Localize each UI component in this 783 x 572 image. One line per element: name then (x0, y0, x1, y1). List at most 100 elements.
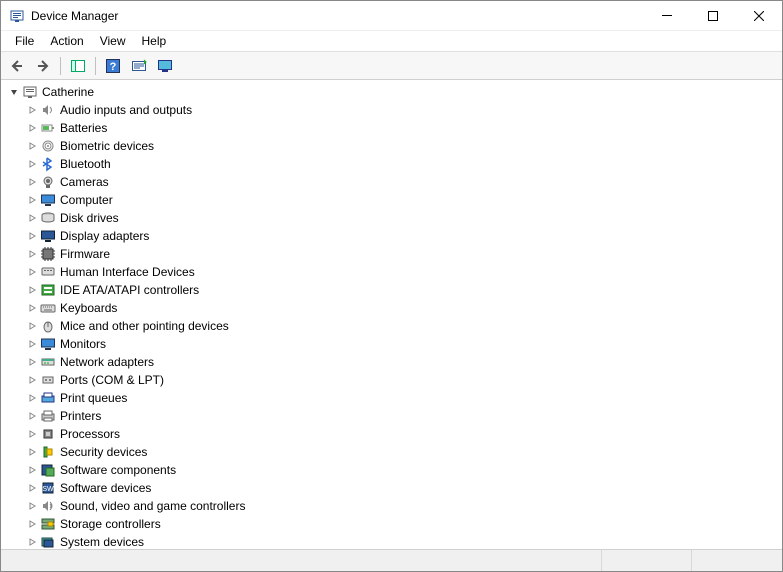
expand-toggle-icon[interactable] (25, 339, 39, 349)
tree-node[interactable]: Human Interface Devices (3, 263, 782, 281)
tree-node-label: Security devices (60, 443, 147, 461)
tree-node[interactable]: Sound, video and game controllers (3, 497, 782, 515)
system-icon (40, 534, 56, 549)
tree-node-label: Display adapters (60, 227, 149, 245)
tree-node[interactable]: Monitors (3, 335, 782, 353)
tree-node[interactable]: Cameras (3, 173, 782, 191)
tree-node[interactable]: Storage controllers (3, 515, 782, 533)
forward-button[interactable] (31, 55, 55, 77)
expand-toggle-icon[interactable] (25, 321, 39, 331)
back-arrow-icon (9, 58, 25, 74)
tree-node-label: Print queues (60, 389, 127, 407)
expand-toggle-icon[interactable] (25, 231, 39, 241)
expand-toggle-icon[interactable] (25, 501, 39, 511)
monitor-icon (40, 192, 56, 208)
expand-toggle-icon[interactable] (25, 357, 39, 367)
tree-node-label: IDE ATA/ATAPI controllers (60, 281, 199, 299)
tree-node[interactable]: Disk drives (3, 209, 782, 227)
tree-node[interactable]: Display adapters (3, 227, 782, 245)
tree-node[interactable]: Software components (3, 461, 782, 479)
expand-toggle-icon[interactable] (25, 213, 39, 223)
tree-node[interactable]: Printers (3, 407, 782, 425)
expand-toggle-icon[interactable] (25, 303, 39, 313)
close-button[interactable] (736, 1, 782, 31)
device-tree[interactable]: CatherineAudio inputs and outputsBatteri… (1, 81, 782, 549)
tree-node[interactable]: Network adapters (3, 353, 782, 371)
menu-file[interactable]: File (7, 32, 42, 50)
tree-node-label: Disk drives (60, 209, 119, 227)
expand-toggle-icon[interactable] (25, 249, 39, 259)
show-hide-tree-button[interactable] (66, 55, 90, 77)
expand-toggle-icon[interactable] (25, 177, 39, 187)
tree-node[interactable]: Print queues (3, 389, 782, 407)
tree-root-node[interactable]: Catherine (3, 83, 782, 101)
expand-toggle-icon[interactable] (25, 195, 39, 205)
expand-toggle-icon[interactable] (25, 411, 39, 421)
expand-toggle-icon[interactable] (25, 519, 39, 529)
tree-node[interactable]: Ports (COM & LPT) (3, 371, 782, 389)
expand-toggle-icon[interactable] (25, 393, 39, 403)
tree-node-label: Sound, video and game controllers (60, 497, 245, 515)
app-icon (9, 8, 25, 24)
expand-toggle-icon[interactable] (25, 483, 39, 493)
svg-text:SW: SW (42, 486, 54, 493)
expand-toggle-icon[interactable] (25, 159, 39, 169)
tree-root-label: Catherine (42, 83, 94, 101)
tree-node-label: Network adapters (60, 353, 154, 371)
tree-node-label: Batteries (60, 119, 107, 137)
menu-help[interactable]: Help (134, 32, 175, 50)
menu-view[interactable]: View (92, 32, 134, 50)
devices-view-button[interactable] (153, 55, 177, 77)
camera-icon (40, 174, 56, 190)
expand-toggle-icon[interactable] (25, 429, 39, 439)
tree-node[interactable]: Firmware (3, 245, 782, 263)
tree-node-label: Cameras (60, 173, 109, 191)
toolbar: ? (1, 52, 782, 80)
tree-node-label: Storage controllers (60, 515, 161, 533)
speaker-icon (40, 102, 56, 118)
expand-toggle-icon[interactable] (25, 105, 39, 115)
svg-text:?: ? (110, 61, 117, 73)
chip-icon (40, 246, 56, 262)
tree-node[interactable]: Computer (3, 191, 782, 209)
tree-node-label: Firmware (60, 245, 110, 263)
tree-node[interactable]: Audio inputs and outputs (3, 101, 782, 119)
expand-toggle-icon[interactable] (25, 447, 39, 457)
monitor-icon (157, 58, 173, 74)
tree-node[interactable]: Bluetooth (3, 155, 782, 173)
scan-hardware-button[interactable] (127, 55, 151, 77)
help-button[interactable]: ? (101, 55, 125, 77)
tree-node[interactable]: Batteries (3, 119, 782, 137)
tree-node[interactable]: IDE ATA/ATAPI controllers (3, 281, 782, 299)
help-icon: ? (105, 58, 121, 74)
tree-node[interactable]: Mice and other pointing devices (3, 317, 782, 335)
expand-toggle-icon[interactable] (25, 375, 39, 385)
security-icon (40, 444, 56, 460)
tree-node[interactable]: SW Software devices (3, 479, 782, 497)
tree-node[interactable]: Processors (3, 425, 782, 443)
expand-toggle-icon[interactable] (7, 87, 21, 97)
status-bar (1, 549, 782, 571)
expand-toggle-icon[interactable] (25, 267, 39, 277)
tree-node[interactable]: Security devices (3, 443, 782, 461)
tree-node-label: Software devices (60, 479, 151, 497)
tree-node-label: Ports (COM & LPT) (60, 371, 164, 389)
ide-icon (40, 282, 56, 298)
tree-node[interactable]: System devices (3, 533, 782, 549)
tree-node-label: Bluetooth (60, 155, 111, 173)
expand-toggle-icon[interactable] (25, 141, 39, 151)
back-button[interactable] (5, 55, 29, 77)
expand-toggle-icon[interactable] (25, 537, 39, 547)
tree-node[interactable]: Keyboards (3, 299, 782, 317)
minimize-button[interactable] (644, 1, 690, 31)
network-icon (40, 354, 56, 370)
menu-action[interactable]: Action (42, 32, 91, 50)
tree-node[interactable]: Biometric devices (3, 137, 782, 155)
expand-toggle-icon[interactable] (25, 465, 39, 475)
disk-icon (40, 210, 56, 226)
tree-node-label: Audio inputs and outputs (60, 101, 192, 119)
expand-toggle-icon[interactable] (25, 285, 39, 295)
expand-toggle-icon[interactable] (25, 123, 39, 133)
console-tree-icon (70, 58, 86, 74)
maximize-button[interactable] (690, 1, 736, 31)
